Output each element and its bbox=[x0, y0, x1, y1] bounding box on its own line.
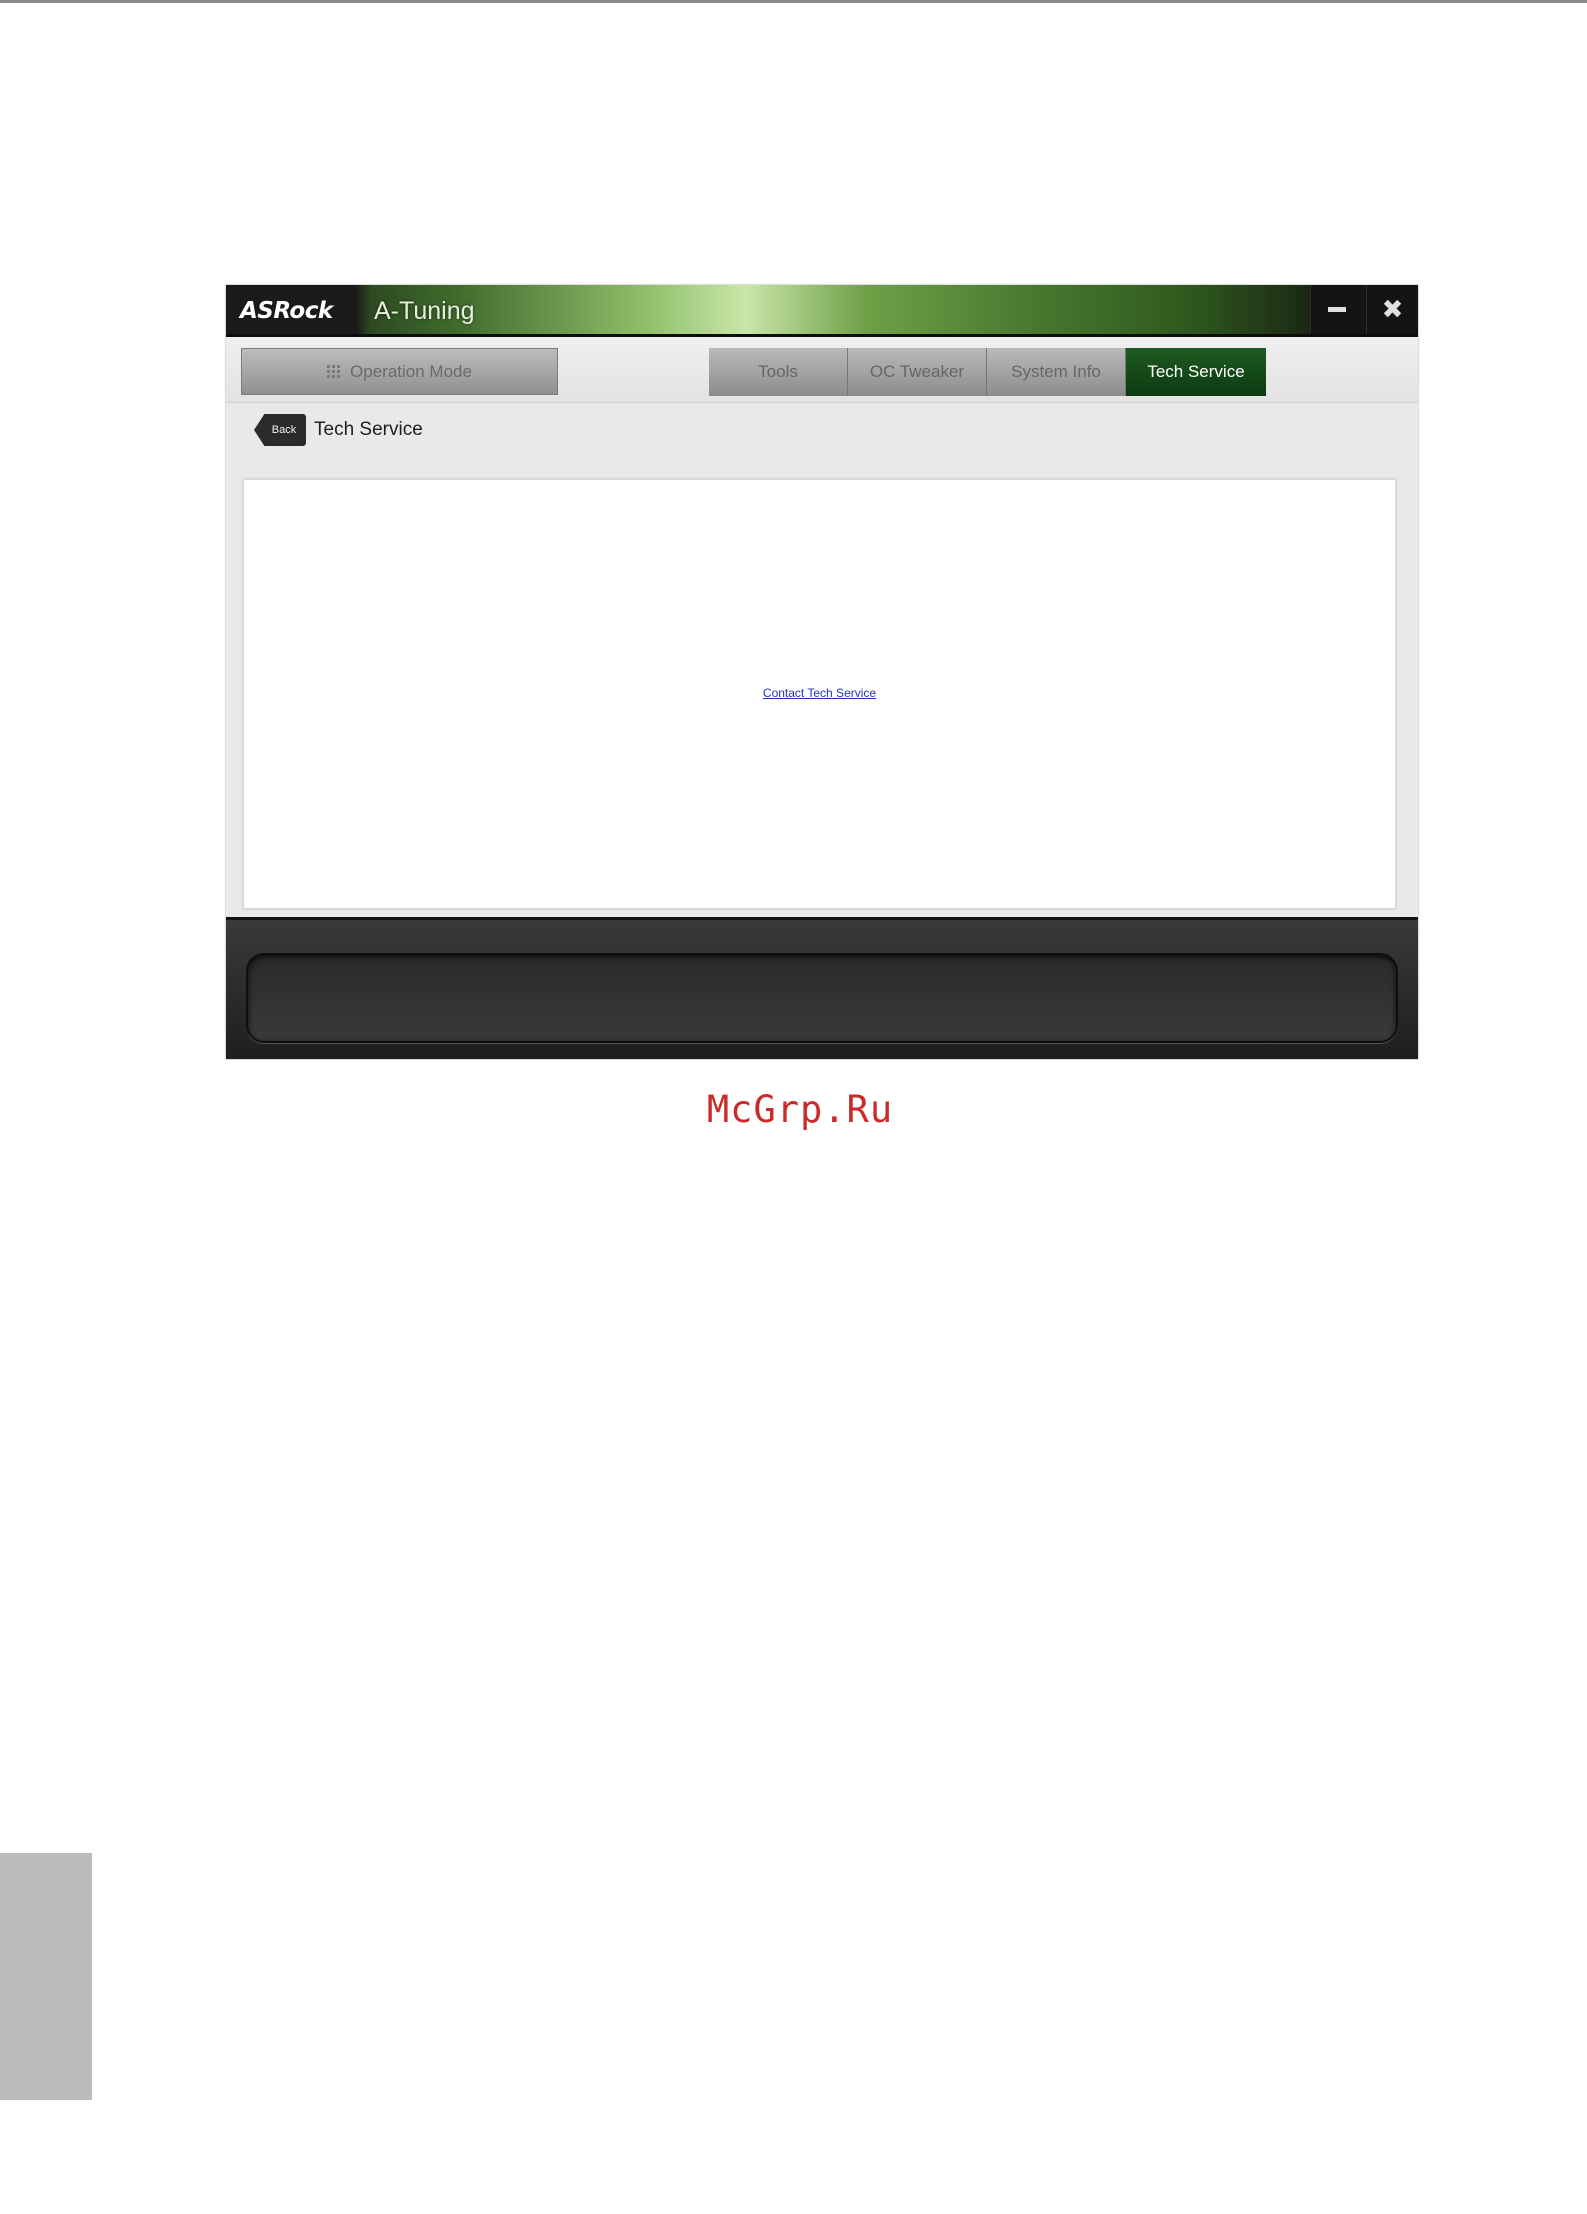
contact-tech-service-link[interactable]: Contact Tech Service bbox=[244, 686, 1395, 700]
nav-row: Operation Mode Tools OC Tweaker System I… bbox=[226, 337, 1418, 403]
tab-oc-tweaker[interactable]: OC Tweaker bbox=[848, 348, 987, 396]
footer-bar bbox=[226, 917, 1418, 1059]
minimize-icon bbox=[1327, 307, 1346, 312]
close-icon: ✖ bbox=[1381, 294, 1404, 324]
operation-mode-label: Operation Mode bbox=[350, 361, 472, 381]
tab-system-info[interactable]: System Info bbox=[987, 348, 1126, 396]
page-title: Tech Service bbox=[314, 419, 423, 440]
watermark-text: McGrp.Ru bbox=[706, 1088, 894, 1131]
asrock-logo: ASRock bbox=[240, 298, 333, 324]
footer-status-panel bbox=[246, 953, 1398, 1043]
manual-page: ASRock A-Tuning ✖ Operation Mode Tools O… bbox=[0, 0, 1587, 2214]
tab-bar: Tools OC Tweaker System Info Tech Servic… bbox=[709, 348, 1266, 396]
content-panel: Contact Tech Service bbox=[243, 479, 1396, 909]
title-bar[interactable]: ASRock A-Tuning ✖ bbox=[226, 285, 1418, 337]
grid-icon bbox=[327, 365, 341, 378]
tab-tools[interactable]: Tools bbox=[709, 348, 848, 396]
minimize-button[interactable] bbox=[1310, 285, 1362, 334]
app-title: A-Tuning bbox=[374, 297, 475, 325]
a-tuning-window: ASRock A-Tuning ✖ Operation Mode Tools O… bbox=[226, 285, 1418, 1059]
back-button[interactable]: Back bbox=[254, 414, 306, 446]
breadcrumb: Back Tech Service bbox=[226, 404, 1418, 460]
side-tab bbox=[0, 1853, 92, 2100]
tab-tech-service[interactable]: Tech Service bbox=[1126, 348, 1266, 396]
close-button[interactable]: ✖ bbox=[1366, 285, 1418, 334]
top-rule bbox=[0, 0, 1587, 3]
operation-mode-button[interactable]: Operation Mode bbox=[241, 348, 558, 395]
